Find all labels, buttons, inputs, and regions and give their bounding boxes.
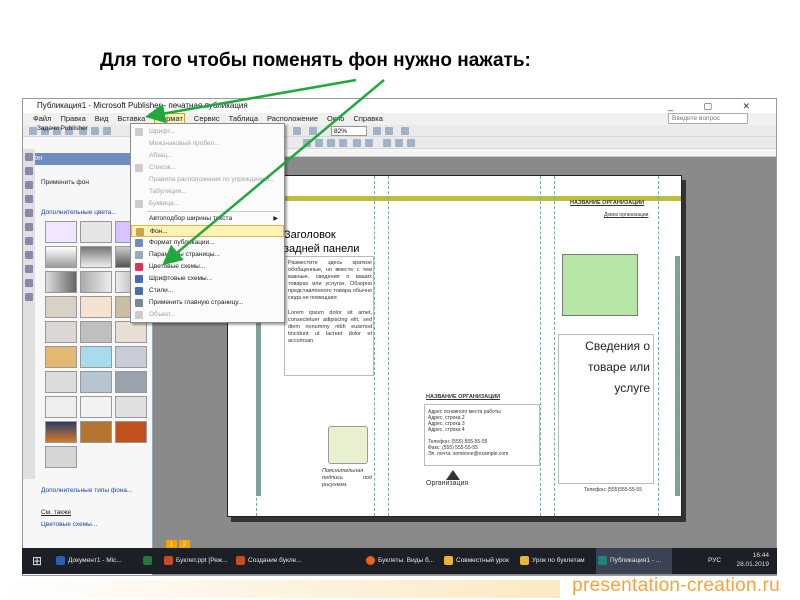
instruction-arrows [145, 78, 385, 266]
arrow-to-format-menu [145, 78, 357, 124]
